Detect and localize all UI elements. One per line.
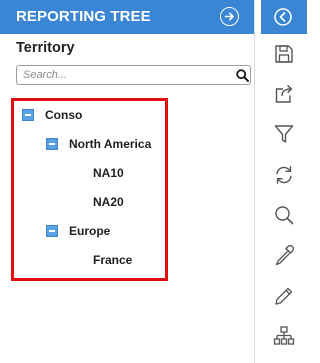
color-picker-button[interactable] xyxy=(261,237,307,273)
filter-button[interactable] xyxy=(261,116,307,152)
refresh-button[interactable] xyxy=(261,157,307,193)
tree-node-europe[interactable]: Europe xyxy=(69,224,110,238)
tree-node-na20[interactable]: NA20 xyxy=(93,195,124,209)
tree-highlight-frame xyxy=(11,98,168,281)
eyedropper-icon xyxy=(275,244,295,266)
chevron-left-icon xyxy=(274,8,292,26)
tree-node-north-america[interactable]: North America xyxy=(69,137,151,151)
save-icon xyxy=(275,45,293,63)
collapse-toggle-north-america[interactable] xyxy=(46,138,58,150)
export-button[interactable] xyxy=(261,76,307,112)
search-box xyxy=(16,65,251,85)
save-button[interactable] xyxy=(261,36,307,72)
refresh-icon xyxy=(276,166,292,184)
pencil-icon xyxy=(275,287,293,305)
reporting-tree-panel: REPORTING TREE Territory Conso North Ame… xyxy=(0,0,254,363)
search-input[interactable] xyxy=(23,68,223,82)
filter-icon xyxy=(274,125,294,143)
tree-node-france[interactable]: France xyxy=(93,253,132,267)
collapse-toggle-europe[interactable] xyxy=(46,225,58,237)
tree-node-na10[interactable]: NA10 xyxy=(93,166,124,180)
right-toolbar xyxy=(254,0,307,363)
hierarchy-icon xyxy=(273,326,295,345)
edit-button[interactable] xyxy=(261,278,307,314)
tree-node-conso[interactable]: Conso xyxy=(45,108,82,122)
navigate-forward-button[interactable] xyxy=(220,7,239,26)
search-tool-button[interactable] xyxy=(261,197,307,233)
search-icon[interactable] xyxy=(236,69,249,82)
export-icon xyxy=(275,85,293,103)
hierarchy-button[interactable] xyxy=(261,318,307,354)
panel-header: REPORTING TREE xyxy=(0,0,254,34)
collapse-panel-button[interactable] xyxy=(261,0,307,34)
panel-title: REPORTING TREE xyxy=(16,8,151,25)
section-title: Territory xyxy=(16,40,75,56)
arrow-right-icon xyxy=(224,12,234,21)
collapse-toggle-conso[interactable] xyxy=(22,109,34,121)
magnifier-icon xyxy=(275,206,294,225)
